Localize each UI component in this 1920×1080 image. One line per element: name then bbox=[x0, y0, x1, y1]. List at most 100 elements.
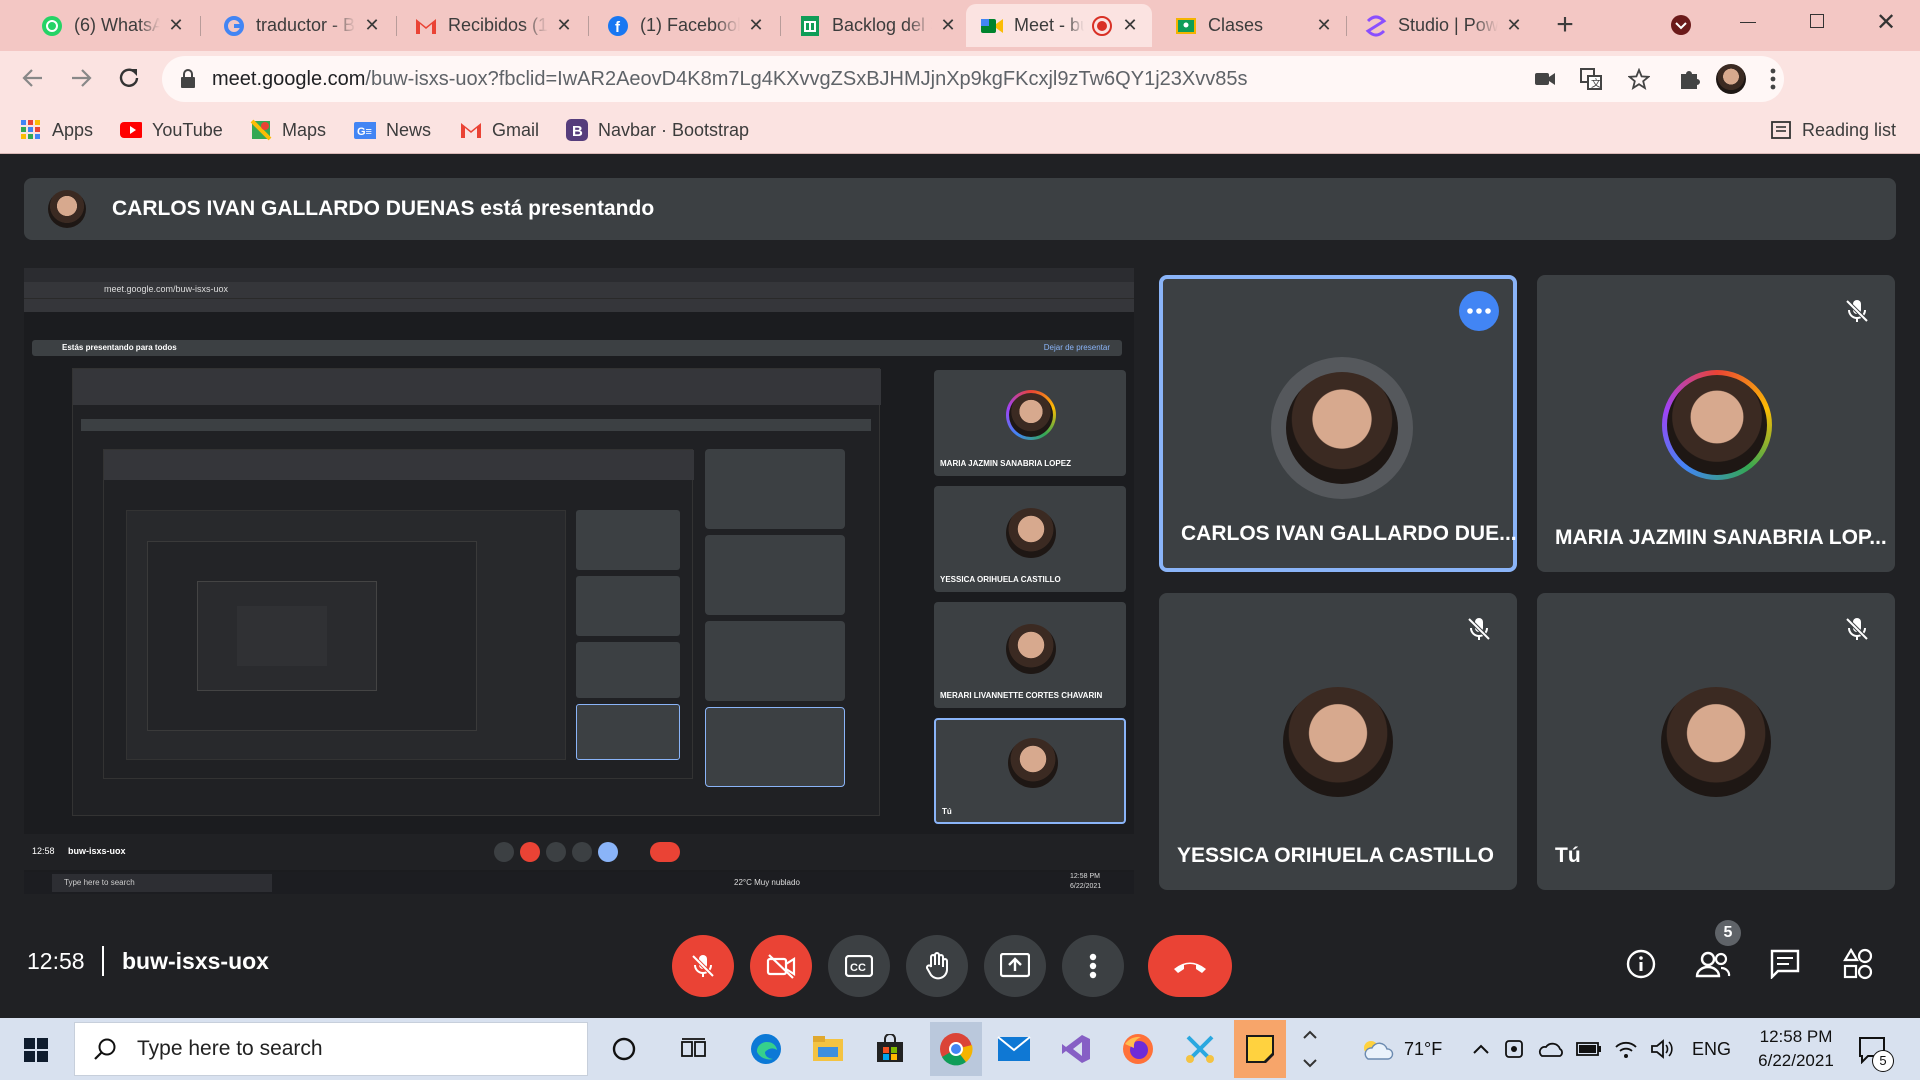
file-explorer-icon[interactable] bbox=[806, 1027, 850, 1071]
tray-scroll-arrows[interactable] bbox=[1300, 1024, 1320, 1074]
shared-taskbar: Type here to search 22°C Muy nublado 12:… bbox=[24, 872, 1134, 894]
tab-studio[interactable]: Studio | PowToon ✕ bbox=[1350, 4, 1536, 47]
reading-list-button[interactable]: Reading list bbox=[1770, 116, 1896, 144]
shared-tile-merari: MERARI LIVANNETTE CORTES CHAVARIN bbox=[934, 602, 1126, 708]
tab-facebook[interactable]: f (1) Facebook ✕ bbox=[592, 4, 778, 47]
more-options-button[interactable] bbox=[1459, 291, 1499, 331]
meet-tray-icon[interactable] bbox=[1504, 1039, 1524, 1059]
people-button[interactable]: 5 bbox=[1689, 920, 1741, 988]
present-now-button[interactable] bbox=[984, 935, 1046, 997]
mail-icon[interactable] bbox=[992, 1027, 1036, 1071]
sticky-notes-icon[interactable] bbox=[1234, 1020, 1286, 1078]
close-tab-icon[interactable]: ✕ bbox=[166, 15, 186, 36]
hand-icon bbox=[924, 951, 950, 981]
reload-icon[interactable] bbox=[116, 65, 142, 91]
participant-tile-you[interactable]: Tú bbox=[1537, 593, 1895, 890]
captions-button[interactable]: CC bbox=[828, 935, 890, 997]
clock[interactable]: 12:58 PM 6/22/2021 bbox=[1746, 1025, 1846, 1073]
wifi-icon[interactable] bbox=[1614, 1039, 1638, 1059]
speaking-ring bbox=[1271, 357, 1413, 499]
profile-avatar[interactable] bbox=[1716, 64, 1746, 94]
participant-tile-carlos[interactable]: CARLOS IVAN GALLARDO DUE... bbox=[1159, 275, 1517, 572]
battery-icon[interactable] bbox=[1576, 1041, 1602, 1057]
chat-button[interactable] bbox=[1761, 940, 1809, 988]
back-icon[interactable] bbox=[20, 65, 46, 91]
tab-google-search[interactable]: traductor - Buscar con Google ✕ bbox=[208, 4, 394, 47]
tab-classroom[interactable]: Clases ✕ bbox=[1160, 4, 1346, 47]
chrome-taskbar-icon[interactable] bbox=[930, 1022, 982, 1076]
classroom-icon bbox=[1174, 14, 1198, 38]
meeting-details-button[interactable] bbox=[1617, 940, 1665, 988]
onedrive-icon[interactable] bbox=[1538, 1040, 1564, 1058]
close-tab-icon[interactable]: ✕ bbox=[1314, 15, 1334, 36]
participant-tile-maria[interactable]: MARIA JAZMIN SANABRIA LOP... bbox=[1537, 275, 1895, 572]
firefox-icon[interactable] bbox=[1116, 1027, 1160, 1071]
presenter-banner: CARLOS IVAN GALLARDO DUENAS está present… bbox=[24, 178, 1896, 240]
minimize-window-icon[interactable] bbox=[1740, 22, 1756, 23]
address-bar[interactable]: meet.google.com/buw-isxs-uox?fbclid=IwAR… bbox=[162, 56, 1784, 102]
tab-title: Meet - buw-isxs-uox bbox=[1014, 15, 1084, 35]
more-options-button[interactable] bbox=[1062, 935, 1124, 997]
svg-text:文: 文 bbox=[1591, 77, 1601, 90]
taskbar-search-box[interactable]: Type here to search bbox=[74, 1022, 588, 1076]
snip-tool-icon[interactable] bbox=[1178, 1027, 1222, 1071]
bookmark-bootstrap[interactable]: B Navbar · Bootstrap bbox=[566, 116, 749, 144]
translate-icon[interactable]: 文 bbox=[1580, 68, 1602, 90]
forward-icon[interactable] bbox=[68, 65, 94, 91]
weather-widget[interactable]: 71°F bbox=[1360, 1018, 1442, 1080]
avatar bbox=[1283, 687, 1393, 797]
bookmark-news[interactable]: G≡ News bbox=[354, 116, 431, 144]
close-tab-icon[interactable]: ✕ bbox=[362, 15, 382, 36]
bookmark-gmail[interactable]: Gmail bbox=[460, 116, 539, 144]
bookmark-label: News bbox=[386, 119, 432, 140]
participant-tile-yessica[interactable]: YESSICA ORIHUELA CASTILLO bbox=[1159, 593, 1517, 890]
svg-text:CC: CC bbox=[850, 962, 866, 974]
chat-icon bbox=[1770, 949, 1800, 979]
mic-off-icon bbox=[1835, 607, 1879, 651]
close-tab-icon[interactable]: ✕ bbox=[1120, 15, 1140, 36]
windows-start-icon[interactable] bbox=[24, 1038, 48, 1062]
captions-icon: CC bbox=[845, 955, 873, 977]
svg-text:B: B bbox=[572, 123, 583, 140]
close-tab-icon[interactable]: ✕ bbox=[938, 15, 958, 36]
presenter-avatar bbox=[48, 190, 86, 228]
divider bbox=[102, 946, 104, 976]
chevron-up-icon[interactable] bbox=[1472, 1043, 1490, 1055]
close-tab-icon[interactable]: ✕ bbox=[554, 15, 574, 36]
tab-gmail[interactable]: Recibidos (1.901) - carlos ✕ bbox=[400, 4, 586, 47]
task-view-icon[interactable] bbox=[672, 1027, 716, 1071]
toggle-mic-button[interactable] bbox=[672, 935, 734, 997]
camera-blocked-icon[interactable] bbox=[1534, 70, 1556, 88]
extensions-icon[interactable] bbox=[1678, 68, 1700, 90]
bookmark-apps[interactable]: Apps bbox=[20, 116, 93, 144]
tab-search-icon[interactable] bbox=[1670, 14, 1692, 36]
close-tab-icon[interactable]: ✕ bbox=[1504, 15, 1524, 36]
bookmark-youtube[interactable]: YouTube bbox=[120, 116, 223, 144]
new-tab-icon[interactable]: + bbox=[1550, 10, 1580, 40]
volume-icon[interactable] bbox=[1650, 1039, 1674, 1059]
raise-hand-button[interactable] bbox=[906, 935, 968, 997]
restore-window-icon[interactable] bbox=[1810, 14, 1824, 28]
edge-icon[interactable] bbox=[744, 1027, 788, 1071]
close-tab-icon[interactable]: ✕ bbox=[746, 15, 766, 36]
activities-button[interactable] bbox=[1833, 940, 1881, 988]
shared-tabbar bbox=[24, 268, 1134, 282]
tab-whatsapp[interactable]: (6) WhatsApp ✕ bbox=[26, 4, 198, 47]
tab-backlog-sheet[interactable]: Backlog del Sprint ✕ bbox=[784, 4, 970, 47]
leave-call-button[interactable] bbox=[1148, 935, 1232, 997]
visual-studio-icon[interactable] bbox=[1054, 1027, 1098, 1071]
close-window-icon[interactable]: ✕ bbox=[1876, 8, 1896, 37]
cortana-icon[interactable] bbox=[602, 1027, 646, 1071]
toggle-camera-button[interactable] bbox=[750, 935, 812, 997]
store-icon[interactable] bbox=[868, 1027, 912, 1071]
browser-tab-strip: (6) WhatsApp ✕ traductor - Buscar con Go… bbox=[0, 0, 1920, 51]
bookmark-maps[interactable]: Maps bbox=[250, 116, 326, 144]
nested-screen-level1 bbox=[72, 368, 881, 816]
chrome-menu-icon[interactable] bbox=[1770, 68, 1776, 90]
language-indicator[interactable]: ENG bbox=[1692, 1039, 1731, 1060]
tab-meet-active[interactable]: Meet - buw-isxs-uox ✕ bbox=[966, 4, 1152, 47]
bookmark-star-icon[interactable] bbox=[1628, 68, 1650, 90]
tab-title: Clases bbox=[1208, 15, 1264, 35]
shared-present-banner: Estás presentando para todos Dejar de pr… bbox=[32, 340, 1122, 356]
shared-bookmarks bbox=[24, 298, 1134, 312]
